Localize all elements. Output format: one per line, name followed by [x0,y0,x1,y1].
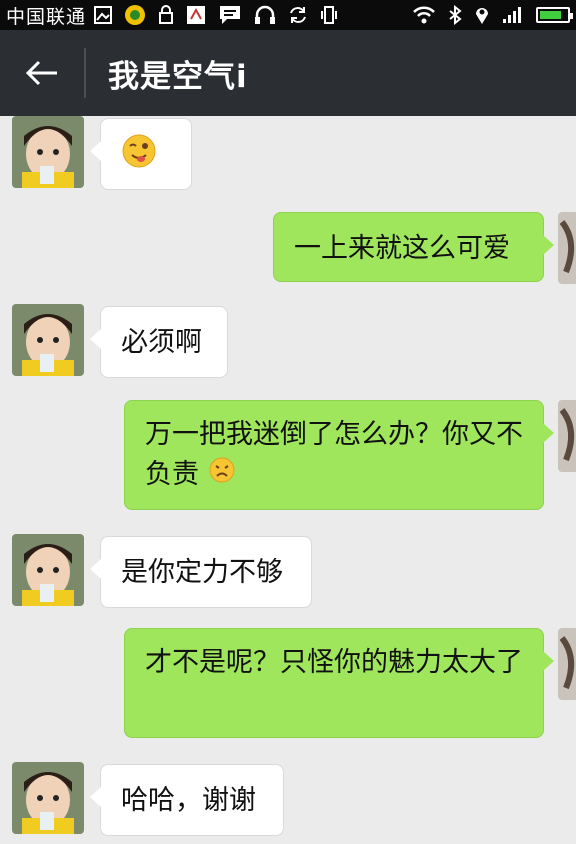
location-icon [474,5,490,25]
message-icon [218,4,242,26]
battery-icon [536,7,573,23]
message-text: 才不是呢？只怪你的魅力太大了 [145,647,523,678]
wifi-icon [412,5,436,25]
message-text: 万一把我迷倒了怎么办？你又不负责 [145,419,523,490]
chat-header: 我是空气i [0,30,576,116]
contact-avatar[interactable] [12,304,84,376]
my-avatar[interactable] [558,212,576,284]
headset-icon [254,5,276,25]
outgoing-message-bubble[interactable]: 一上来就这么可爱 [273,212,554,282]
header-divider [84,48,86,98]
my-avatar[interactable] [558,400,576,472]
winking-tongue-emoji-icon [121,133,157,183]
contact-avatar[interactable] [12,116,84,188]
back-arrow-icon [25,60,57,86]
notification-app-icon [186,5,206,25]
carrier-label: 中国联通 [6,5,87,28]
chat-area[interactable]: 一上来就这么可爱 必须啊 万一把我迷倒了怎么办？你又不负责 是你定力不够 才不是… [0,116,576,844]
my-avatar[interactable] [558,628,576,700]
status-bar: 中国联通 [0,0,576,30]
vibrate-icon [320,5,338,25]
contact-avatar[interactable] [12,762,84,834]
app-icon [124,4,146,26]
message-text: 哈哈，谢谢 [121,785,256,816]
outgoing-message-bubble[interactable]: 万一把我迷倒了怎么办？你又不负责 [124,400,554,510]
incoming-message-bubble[interactable]: 必须啊 [90,306,228,378]
message-text: 一上来就这么可爱 [294,233,510,264]
message-text: 是你定力不够 [121,557,283,588]
signal-icon [502,6,524,24]
incoming-message-bubble[interactable]: 是你定力不够 [90,536,312,608]
lock-icon [158,5,174,25]
contact-name: 我是空气i [108,58,248,95]
incoming-message-bubble[interactable]: 哈哈，谢谢 [90,764,284,836]
sync-icon [288,5,308,25]
sad-face-emoji-icon [208,456,236,496]
outgoing-message-bubble[interactable]: 才不是呢？只怪你的魅力太大了 [124,628,554,738]
incoming-message-bubble[interactable] [90,118,192,190]
image-icon [94,6,113,24]
bluetooth-icon [448,5,462,25]
message-text: 必须啊 [121,327,202,358]
back-button[interactable] [0,30,84,116]
contact-avatar[interactable] [12,534,84,606]
